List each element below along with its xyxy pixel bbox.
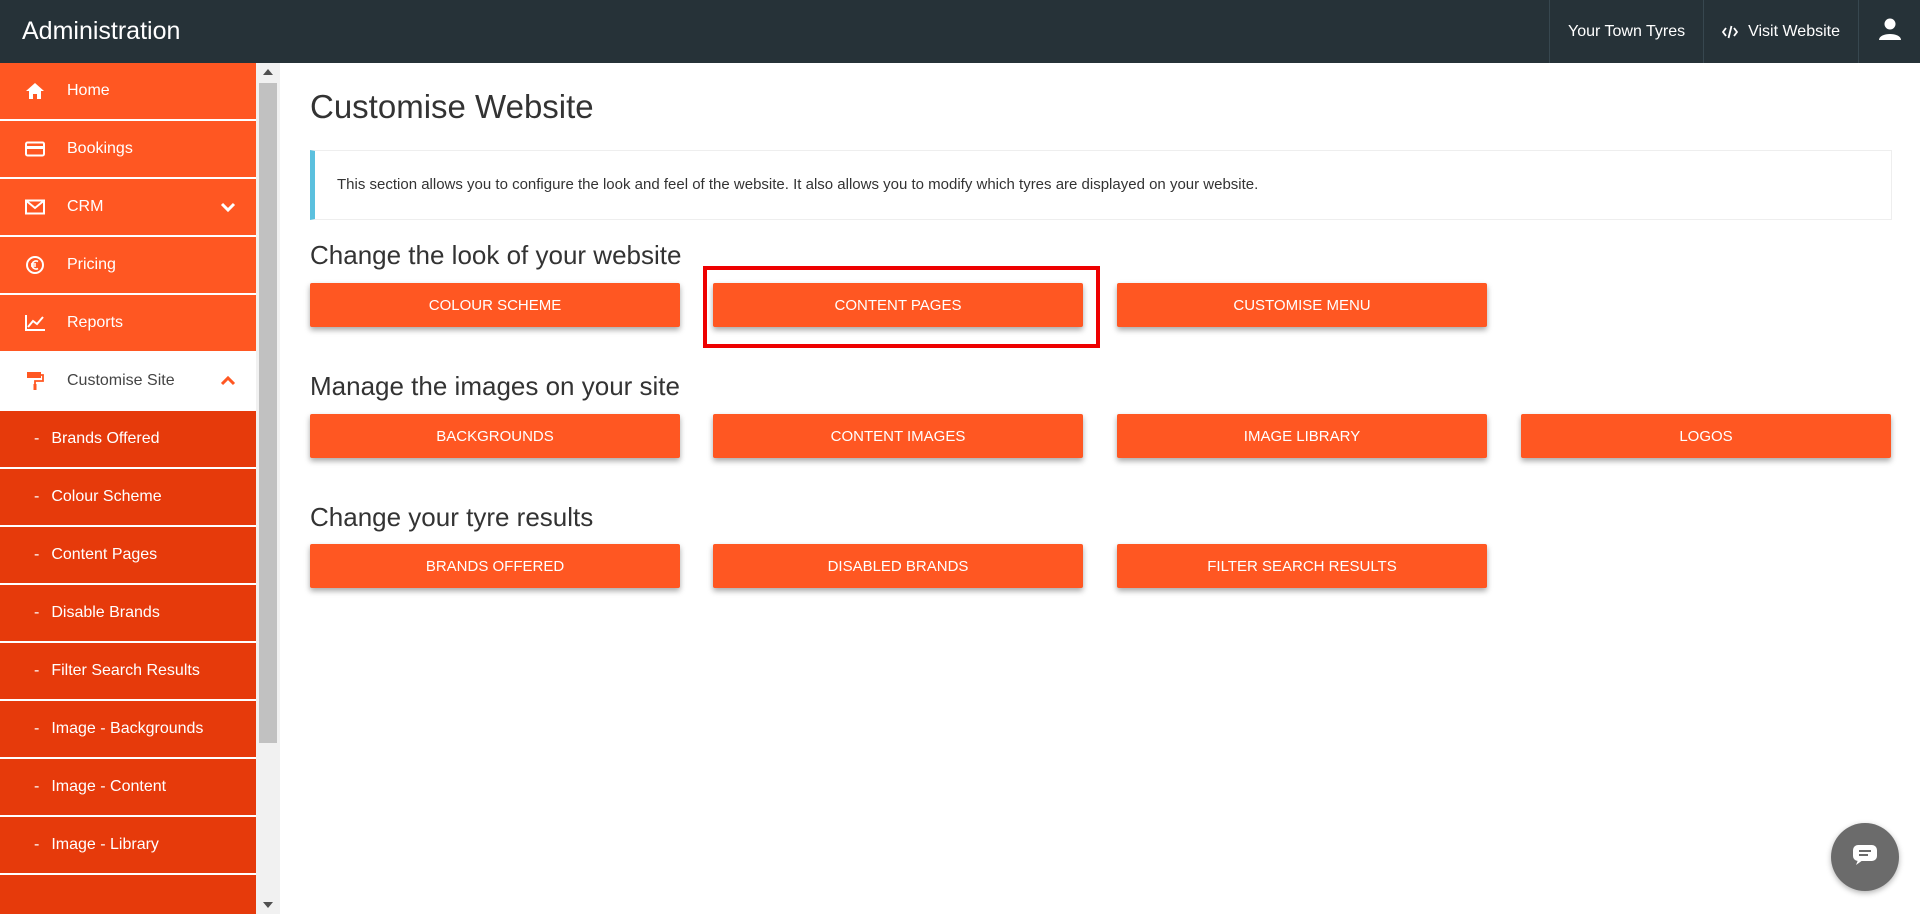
home-icon [20,82,50,100]
section-title-look: Change the look of your website [310,240,682,270]
sidebar-item-label: Home [67,82,110,99]
dash-marker: - [34,836,40,853]
dash-marker: - [34,778,40,795]
content-images-button[interactable]: CONTENT IMAGES [713,414,1083,458]
user-menu-button[interactable] [1858,0,1920,63]
brands-offered-button[interactable]: BRANDS OFFERED [310,544,680,588]
sidebar-subitem-label: Image - Content [51,778,167,795]
sidebar-item-label: Pricing [67,256,116,273]
line-chart-icon [20,314,50,332]
visit-website-link[interactable]: Visit Website [1703,0,1858,63]
app-title: Administration [22,17,181,45]
sidebar-item-label: Customise Site [67,372,175,389]
colour-scheme-button[interactable]: COLOUR SCHEME [310,283,680,327]
filter-search-results-button[interactable]: FILTER SEARCH RESULTS [1117,544,1487,588]
sidebar-item-reports[interactable]: Reports [0,295,256,353]
sidebar-subitem-more[interactable] [0,875,256,914]
company-name-link[interactable]: Your Town Tyres [1549,0,1703,63]
sidebar-item-label: CRM [67,198,104,215]
chevron-up-icon[interactable] [220,375,236,387]
sidebar-subitem-label: Filter Search Results [51,662,200,679]
sidebar-subitem-label: Image - Library [51,836,159,853]
chat-widget-button[interactable] [1831,823,1899,891]
dash-marker: - [34,604,40,621]
customise-menu-button[interactable]: CUSTOMISE MENU [1117,283,1487,327]
backgrounds-button[interactable]: BACKGROUNDS [310,414,680,458]
envelope-icon [20,199,50,215]
page-title: Customise Website [310,88,594,125]
sidebar-item-home[interactable]: Home [0,63,256,121]
sidebar-subitem-image-library[interactable]: - Image - Library [0,817,256,875]
sidebar-subitem-image-backgrounds[interactable]: - Image - Backgrounds [0,701,256,759]
euro-icon [20,255,50,275]
sidebar-subitem-brands-offered[interactable]: - Brands Offered [0,411,256,469]
dash-marker: - [34,430,40,447]
scrollbar-thumb[interactable] [259,83,277,743]
top-bar: Administration Your Town Tyres Visit Web… [0,0,1920,63]
dash-marker: - [34,662,40,679]
sidebar-subitem-label: Colour Scheme [51,488,162,505]
dash-marker: - [34,720,40,737]
code-icon [1722,25,1739,39]
visit-website-label: Visit Website [1748,22,1840,40]
main-content: Customise Website This section allows yo… [310,63,1892,914]
paint-roller-icon [20,371,50,391]
sidebar-item-crm[interactable]: CRM [0,179,256,237]
sidebar-subitem-label: Image - Backgrounds [51,720,204,737]
dash-marker: - [34,546,40,563]
image-library-button[interactable]: IMAGE LIBRARY [1117,414,1487,458]
sidebar-item-label: Reports [67,314,124,331]
top-bar-right: Your Town Tyres Visit Website [1549,0,1920,63]
sidebar-subitem-label: Disable Brands [51,604,160,621]
sidebar-item-label: Bookings [67,140,133,157]
sidebar-subitem-image-content[interactable]: - Image - Content [0,759,256,817]
sidebar-subitem-label: Brands Offered [51,430,160,447]
highlight-box [703,266,1100,348]
sidebar: Home Bookings CRM Pricing Reports Custom… [0,63,256,914]
sidebar-subitem-content-pages[interactable]: - Content Pages [0,527,256,585]
section-title-images: Manage the images on your site [310,371,680,401]
sidebar-subitem-colour-scheme[interactable]: - Colour Scheme [0,469,256,527]
section-title-tyre-results: Change your tyre results [310,502,594,532]
chevron-down-icon[interactable] [220,201,236,213]
sidebar-item-bookings[interactable]: Bookings [0,121,256,179]
dash-marker: - [34,488,40,505]
user-icon [1878,17,1902,46]
credit-card-icon [20,141,50,157]
sidebar-subitem-filter-search-results[interactable]: - Filter Search Results [0,643,256,701]
sidebar-item-pricing[interactable]: Pricing [0,237,256,295]
chat-icon [1852,844,1878,871]
sidebar-scrollbar[interactable] [256,63,280,914]
scroll-up-arrow-icon[interactable] [263,69,273,75]
scroll-down-arrow-icon[interactable] [263,902,273,908]
sidebar-subitem-disable-brands[interactable]: - Disable Brands [0,585,256,643]
sidebar-subitem-label: Content Pages [51,546,158,563]
disabled-brands-button[interactable]: DISABLED BRANDS [713,544,1083,588]
sidebar-item-customise-site[interactable]: Customise Site [0,353,256,411]
info-callout: This section allows you to configure the… [310,150,1892,220]
logos-button[interactable]: LOGOS [1521,414,1891,458]
